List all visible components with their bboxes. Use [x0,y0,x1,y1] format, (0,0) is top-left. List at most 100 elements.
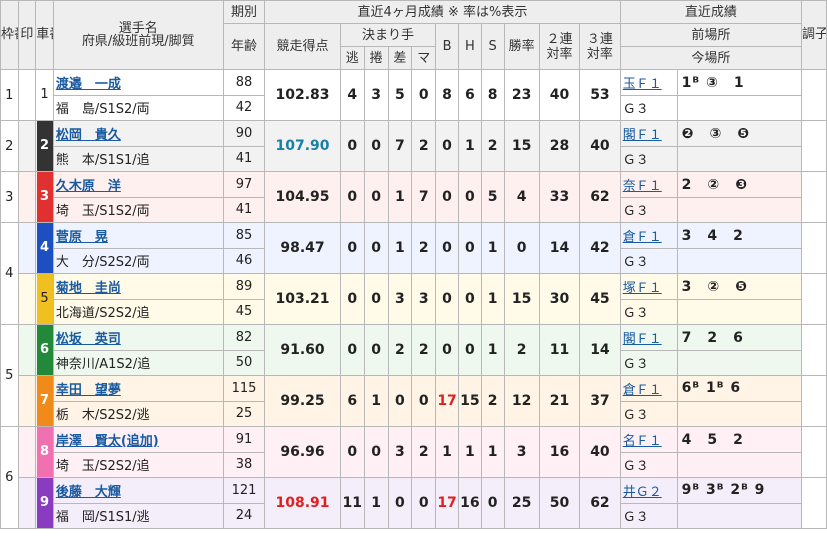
stat-r2: 33 [538,171,581,223]
recent-venue-link[interactable]: 倉Ｆ１ [621,230,662,245]
car-number-cell: 7 [35,375,54,427]
recent-venue-link[interactable]: 名Ｆ１ [621,434,662,449]
stat-win: 23 [503,69,540,121]
header-win: 勝率 [503,23,540,70]
stat-r2: 30 [538,273,581,325]
player-name-cell: 後藤 大輝 [52,477,224,504]
player-name-link[interactable]: 幸田 望夢 [54,383,121,398]
stat-makuri: 0 [363,273,389,325]
race-score: 103.21 [264,273,341,325]
stat-r3: 45 [579,273,621,325]
car-number-badge: 9 [36,478,53,528]
current-grade: Ｇ３ [619,349,678,376]
player-ki: 82 [222,324,266,351]
stat-r3: 37 [579,375,621,427]
stat-r3: 62 [579,171,621,223]
stat-win: 0 [503,222,540,274]
player-name-link[interactable]: 菅原 晃 [54,230,108,245]
player-age: 41 [222,196,266,223]
race-score: 104.95 [264,171,341,223]
recent-venue-cell: 塚Ｆ１ [619,273,678,300]
stat-win: 15 [503,273,540,325]
stat-sashi: 2 [387,324,413,376]
stat-r3: 42 [579,222,621,274]
stat-mark: 0 [411,69,437,121]
shirushi-cell [17,69,37,121]
player-name-link[interactable]: 松坂 英司 [54,332,121,347]
car-number-cell: 3 [35,171,54,223]
stat-r2: 21 [538,375,581,427]
table-row: 5 6 松坂 英司 82 91.60 0 0 2 2 0 0 1 2 11 14 閣Ｆ１ 7 2 6 [0,324,827,427]
stat-makuri: 0 [363,426,389,478]
table-row: 2 2 松岡 貴久 90 107.90 0 0 7 2 0 1 2 15 28 40 閣Ｆ１ ❷ ③ ❺ [0,120,827,172]
recent-venue-link[interactable]: 玉Ｆ１ [621,77,662,92]
stat-s: 8 [480,69,505,121]
player-pref-class: 熊 本/S1S1/追 [52,145,224,172]
car-number-cell: 2 [35,120,54,172]
player-name-link[interactable]: 後藤 大輝 [54,485,121,500]
recent-venue-link[interactable]: 塚Ｆ１ [621,281,662,296]
waku-number: 3 [0,171,19,223]
stat-nige: 0 [339,426,365,478]
stat-win: 2 [503,324,540,376]
current-result [676,400,803,427]
current-result [676,298,803,325]
car-number-badge: 3 [36,172,53,222]
recent-venue-link[interactable]: 奈Ｆ１ [621,179,662,194]
header-h: H [457,23,482,70]
stat-h: 0 [457,324,482,376]
stat-mark: 2 [411,222,437,274]
player-age: 25 [222,400,266,427]
recent-venue-link[interactable]: 倉Ｆ１ [621,383,662,398]
race-score: 108.91 [264,477,341,529]
current-result [676,94,803,121]
current-grade: Ｇ３ [619,400,678,427]
condition-cell [801,273,827,325]
condition-cell [801,69,827,121]
stat-makuri: 0 [363,222,389,274]
stat-s: 2 [480,120,505,172]
stat-win: 12 [503,375,540,427]
stat-makuri: 0 [363,324,389,376]
stat-makuri: 1 [363,375,389,427]
current-result [676,349,803,376]
stat-b: 0 [435,171,459,223]
stat-mark: 2 [411,426,437,478]
player-pref-class: 福 島/S1S2/両 [52,94,224,121]
stat-r3: 40 [579,120,621,172]
current-grade: Ｇ３ [619,298,678,325]
stat-s: 1 [480,426,505,478]
stat-mark: 7 [411,171,437,223]
recent-venue-link[interactable]: 閣Ｆ１ [621,128,662,143]
table-row: 6 8 岸澤 賢太(追加) 91 96.96 0 0 3 2 1 1 1 3 16 40 名Ｆ１ 4 5 2 [0,426,827,529]
header-age: 年齢 [222,23,266,70]
player-pref-class: 埼 玉/S1S2/両 [52,196,224,223]
player-name-link[interactable]: 松岡 貴久 [54,128,121,143]
recent-venue-cell: 名Ｆ１ [619,426,678,453]
recent-result: 3 ② ❺ [676,273,803,300]
stat-h: 16 [457,477,482,529]
player-name-link[interactable]: 岸澤 賢太(追加) [54,434,159,449]
player-name-link[interactable]: 渡邉 一成 [54,77,121,92]
recent-result: 2 ② ❸ [676,171,803,198]
player-name-link[interactable]: 久木原 洋 [54,179,121,194]
player-name-cell: 菅原 晃 [52,222,224,249]
recent-venue-cell: 井Ｇ２ [619,477,678,504]
player-pref-class: 神奈川/A1S2/追 [52,349,224,376]
player-name-cell: 菊地 圭尚 [52,273,224,300]
entry-rows: 1 1 渡邉 一成 88 102.83 4 3 5 0 8 6 8 23 40 53 玉Ｆ１ 1ᴮ ③ 1福 島… [0,69,827,529]
recent-venue-cell: 倉Ｆ１ [619,375,678,402]
shirushi-cell [17,477,37,529]
header-now: 今場所 [619,46,803,70]
recent-venue-link[interactable]: 閣Ｆ１ [621,332,662,347]
stat-r3: 14 [579,324,621,376]
current-result [676,502,803,529]
stat-sashi: 1 [387,222,413,274]
recent-result: 1ᴮ ③ 1 [676,69,803,96]
header-s: S [480,23,505,70]
player-ki: 97 [222,171,266,198]
waku-number: 2 [0,120,19,172]
car-number-badge: 4 [36,223,53,273]
recent-venue-link[interactable]: 井Ｇ２ [621,485,662,500]
player-name-link[interactable]: 菊地 圭尚 [54,281,121,296]
